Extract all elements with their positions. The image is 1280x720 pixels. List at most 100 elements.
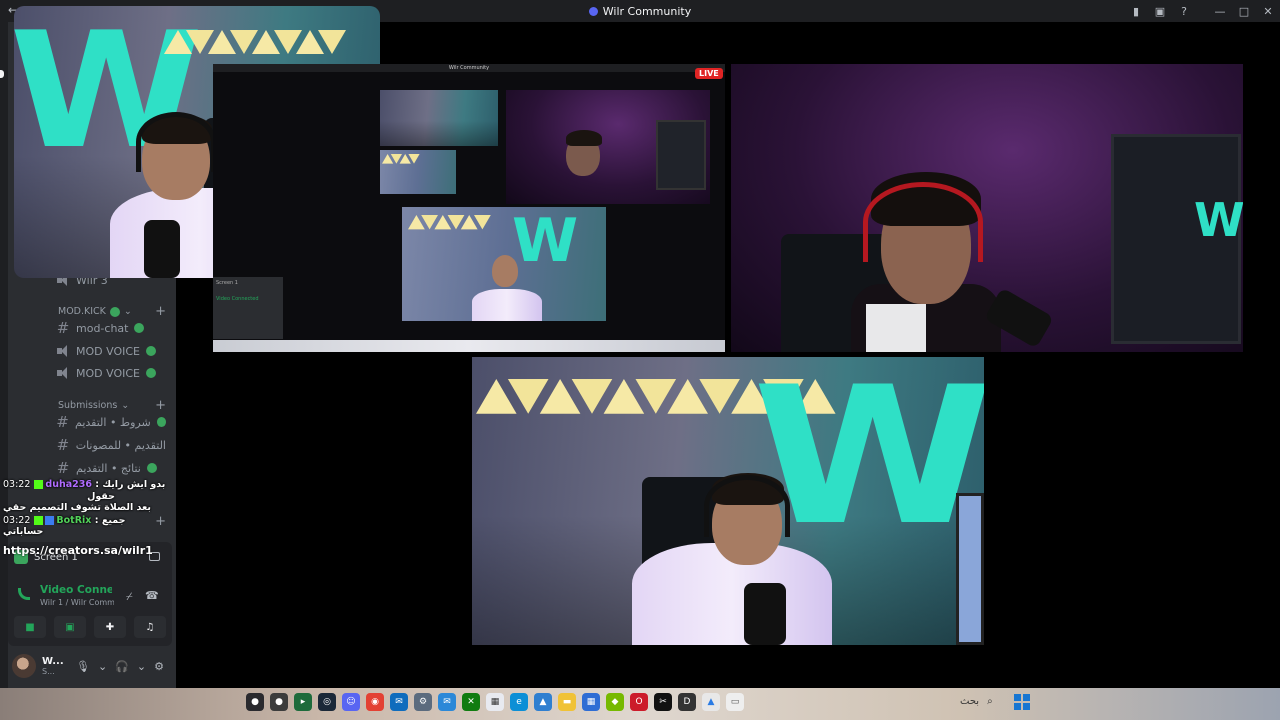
microphone-shape [744,583,786,645]
connection-status[interactable]: Video Connected [40,584,112,596]
channel-mod-voice-2[interactable]: MOD VOICE [56,363,166,383]
microphone-icon[interactable]: 🎙 [76,660,90,673]
channel-mod-chat[interactable]: # mod-chat [56,318,166,338]
start-button[interactable] [1014,694,1030,710]
bookmark-icon[interactable]: ▮ [1124,5,1148,18]
monitor-shape [956,493,984,645]
edge-icon[interactable]: e [510,693,528,711]
discord-icon[interactable]: ☺ [342,693,360,711]
activities-button[interactable]: ✚ [94,616,126,638]
text-channel-icon: # [56,319,70,337]
soundboard-button[interactable]: ♫ [134,616,166,638]
mini-panel-title: Screen 1 [216,280,238,286]
channel-label: نتائج • التقديم [76,461,141,475]
security-icon[interactable]: ▭ [726,693,744,711]
verified-badge-icon [45,516,55,525]
maximize-icon[interactable]: □ [1232,5,1256,18]
nested-stream-1 [380,90,498,146]
steam-icon[interactable]: ◎ [318,693,336,711]
category-mod-kick[interactable]: MOD.KICK ⌄ + [58,304,166,319]
headphones-shape [863,182,983,262]
mail-icon[interactable]: ✉ [438,693,456,711]
nested-stream-2 [380,150,456,194]
chevron-down-icon: ⌄ [121,400,130,411]
speaker-icon [56,367,70,379]
nested-stream-3 [506,90,710,204]
monitor-shape: W [1111,134,1243,344]
server-logo-icon [588,6,598,16]
stream-url: https://creators.sa/wilr1 [3,544,153,557]
kick-badge-icon [34,516,44,525]
channel-mod-voice-1[interactable]: MOD VOICE [56,341,166,361]
webcam-tile-host[interactable]: W [472,357,984,645]
text-channel-icon: # [56,413,69,431]
user-panel: W... S... 🎙 ⌄ 🎧 ⌄ ⚙ [8,648,172,684]
terminal-icon[interactable]: ▸ [294,693,312,711]
drive-icon[interactable]: ▲ [702,693,720,711]
screen-icon[interactable]: ▣ [1148,5,1172,18]
speaker-icon [56,345,70,357]
username: W... [42,656,64,667]
xbox-icon[interactable]: ✕ [462,693,480,711]
store-icon[interactable]: ▦ [582,693,600,711]
kick-badge-icon [34,480,44,489]
rail-indicator [0,70,4,78]
settings-icon[interactable]: ⚙ [414,693,432,711]
channel-submission-results[interactable]: # نتائج • التقديم [56,458,166,478]
disconnect-icon[interactable]: ☎ [145,589,159,602]
outlook-icon[interactable]: ✉ [390,693,408,711]
add-channel-icon[interactable]: + [155,398,166,413]
close-icon[interactable]: ✕ [1256,5,1280,18]
screen-share-tile[interactable]: Wilr Community W [213,64,725,352]
notes-icon[interactable]: D [678,693,696,711]
category-submissions[interactable]: Submissions ⌄ + [58,398,166,413]
opera-icon[interactable]: O [630,693,648,711]
photos-icon[interactable]: ▲ [534,693,552,711]
window-title: Wilr Community [588,5,691,18]
capcut-icon[interactable]: ✂ [654,693,672,711]
gear-icon[interactable]: ⚙ [154,660,164,673]
inner-window-title: Wilr Community [213,64,725,72]
webcam-tile-guest[interactable]: W [731,64,1243,352]
noise-suppression-icon[interactable]: ⌿ [126,590,133,604]
taskbar-search[interactable]: بحث ⌕ [960,696,993,707]
chat-message: 03:22 BotRix : جميع حساباتي [3,515,173,537]
chat-message: 03:22 duha236 : بدو ايش رايك حقول بعد الص… [3,479,173,513]
camera-button[interactable]: ■ [14,616,46,638]
nvidia-icon[interactable]: ◆ [606,693,624,711]
channel-submission-rules[interactable]: # شروط • التقديم [56,412,166,432]
person-collar [866,304,926,352]
calendar-icon[interactable]: ▦ [486,693,504,711]
status-dot-icon [146,463,157,473]
search-label: بحث [960,696,980,707]
headphones-icon[interactable]: 🎧 [115,660,129,673]
server-rail [0,22,8,688]
category-label: MOD.KICK [58,306,106,317]
add-channel-icon[interactable]: + [155,304,166,319]
status-dot-icon [134,323,145,333]
category-label: Submissions [58,400,118,411]
signal-icon [18,588,30,600]
chrome-icon[interactable]: ◉ [366,693,384,711]
help-icon[interactable]: ? [1172,5,1196,18]
os-taskbar: ● ● ▸ ◎ ☺ ◉ ✉ ⚙ ✉ ✕ ▦ e ▲ ▬ ▦ ◆ O ✂ D ▲ … [0,688,1280,720]
chevron-down-icon[interactable]: ⌄ [137,660,146,673]
message-author: BotRix [56,515,92,526]
light-panels [164,30,346,54]
message-time: 03:22 [3,515,31,526]
taskbar-apps: ● ● ▸ ◎ ☺ ◉ ✉ ⚙ ✉ ✕ ▦ e ▲ ▬ ▦ ◆ O ✂ D ▲ … [246,693,744,711]
live-badge: LIVE [695,68,723,79]
app-icon[interactable]: ● [270,693,288,711]
status-dot-icon [109,306,120,317]
channel-submission-form[interactable]: # التقديم • للمصونات [56,435,166,455]
chevron-down-icon: ⌄ [123,306,132,317]
screen-share-button[interactable]: ▣ [54,616,86,638]
channel-label: MOD VOICE [76,344,140,358]
message-text-line: حساباتي [3,526,44,537]
folder-icon[interactable]: ▬ [558,693,576,711]
avatar[interactable] [12,654,36,678]
obs-icon[interactable]: ● [246,693,264,711]
message-author: duha236 [45,479,92,490]
chevron-down-icon[interactable]: ⌄ [98,660,107,673]
minimize-icon[interactable]: — [1208,5,1232,18]
